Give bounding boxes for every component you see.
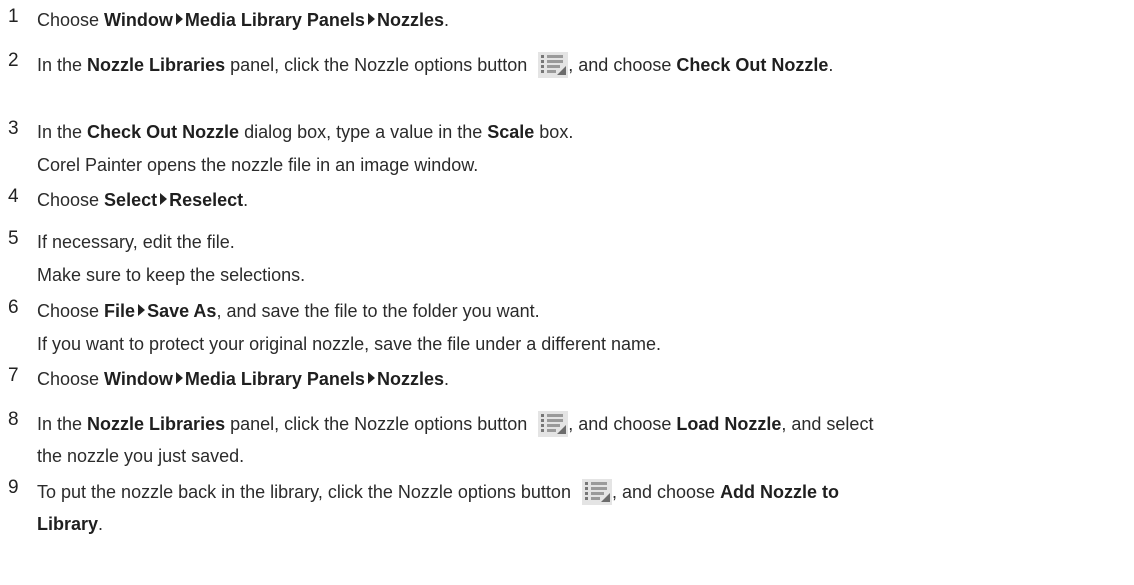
step-text-segment: Choose: [37, 369, 105, 389]
step-number: 6: [8, 297, 19, 318]
step-text-segment: .: [443, 10, 449, 30]
step-text-segment: Choose: [37, 301, 105, 321]
step-number: 1: [8, 6, 19, 27]
step-text-segment: .: [243, 190, 249, 210]
nozzle-options-icon: [532, 411, 569, 437]
ui-term: Scale: [487, 122, 535, 142]
ui-term: Save As: [147, 301, 217, 321]
step-text-segment: Choose: [37, 10, 105, 30]
step-text-segment: In the: [37, 414, 88, 434]
menu-arrow-icon: [138, 304, 146, 316]
step-text-continued: Library.: [37, 512, 103, 536]
step-text-continued: Make sure to keep the selections.: [37, 263, 305, 287]
menu-arrow-icon: [367, 13, 375, 25]
step-text-segment: .: [443, 369, 449, 389]
step-text: Choose File Save As, and save the file to…: [37, 299, 540, 323]
step-text-segment: Make sure to keep the selections.: [37, 265, 306, 285]
step-number: 4: [8, 186, 19, 207]
step-text: If necessary, edit the file.: [37, 230, 235, 254]
step-text-continued: If you want to protect your original noz…: [37, 332, 661, 356]
step-text-segment: dialog box, type a value in the: [239, 122, 488, 142]
ui-term: File: [104, 301, 136, 321]
ui-term: Nozzles: [376, 369, 444, 389]
ui-term: Window: [104, 10, 173, 30]
menu-arrow-icon: [367, 372, 375, 384]
ui-term: Check Out Nozzle: [676, 55, 829, 75]
ui-term: Add Nozzle to: [720, 482, 840, 502]
step-number: 3: [8, 118, 19, 139]
step-text: In the Check Out Nozzle dialog box, type…: [37, 120, 573, 144]
menu-arrow-icon: [160, 193, 168, 205]
ui-term: Select: [104, 190, 158, 210]
ui-term: Reselect: [169, 190, 244, 210]
step-text-segment: , and choose: [568, 414, 677, 434]
ui-term: Check Out Nozzle: [87, 122, 240, 142]
step-number: 5: [8, 228, 19, 249]
ui-term: Window: [104, 369, 173, 389]
step-text: In the Nozzle Libraries panel, click the…: [37, 411, 873, 437]
step-text-segment: , and select: [781, 414, 874, 434]
step-text-continued: Corel Painter opens the nozzle file in a…: [37, 153, 478, 177]
step-number: 7: [8, 365, 19, 386]
ui-term: Nozzle Libraries: [87, 55, 226, 75]
step-text-segment: panel, click the Nozzle options button: [225, 55, 533, 75]
ui-term: Library: [37, 514, 99, 534]
step-text-segment: panel, click the Nozzle options button: [225, 414, 533, 434]
step-text-segment: the nozzle you just saved.: [37, 446, 245, 466]
step-number: 2: [8, 50, 19, 71]
step-text-segment: , and save the file to the folder you wa…: [216, 301, 540, 321]
ui-term: Nozzle Libraries: [87, 414, 226, 434]
step-text: Choose Select Reselect.: [37, 188, 248, 212]
step-text-segment: box.: [534, 122, 574, 142]
step-text-segment: , and choose: [611, 482, 721, 502]
step-text-segment: If you want to protect your original noz…: [37, 334, 662, 354]
ui-term: Media Library Panels: [184, 10, 365, 30]
step-text-segment: Corel Painter opens the nozzle file in a…: [37, 155, 479, 175]
step-text-segment: In the: [37, 55, 88, 75]
menu-arrow-icon: [175, 372, 183, 384]
step-text-continued: the nozzle you just saved.: [37, 444, 244, 468]
step-text: Choose Window Media Library Panels Nozzles…: [37, 8, 449, 32]
step-text-segment: Choose: [37, 190, 105, 210]
step-text-segment: .: [828, 55, 834, 75]
ui-term: Load Nozzle: [676, 414, 782, 434]
step-text-segment: .: [98, 514, 104, 534]
step-text: In the Nozzle Libraries panel, click the…: [37, 52, 833, 78]
step-number: 9: [8, 477, 19, 498]
step-text-segment: To put the nozzle back in the library, c…: [37, 482, 576, 502]
nozzle-options-icon: [576, 479, 612, 505]
nozzle-options-icon: [532, 52, 569, 78]
step-text-segment: In the: [37, 122, 88, 142]
step-number: 8: [8, 409, 19, 430]
step-text-segment: If necessary, edit the file.: [37, 232, 235, 252]
step-text: Choose Window Media Library Panels Nozzles…: [37, 367, 449, 391]
menu-arrow-icon: [175, 13, 183, 25]
ui-term: Media Library Panels: [184, 369, 365, 389]
ui-term: Nozzles: [376, 10, 444, 30]
step-text-segment: , and choose: [568, 55, 677, 75]
step-text: To put the nozzle back in the library, c…: [37, 479, 839, 505]
